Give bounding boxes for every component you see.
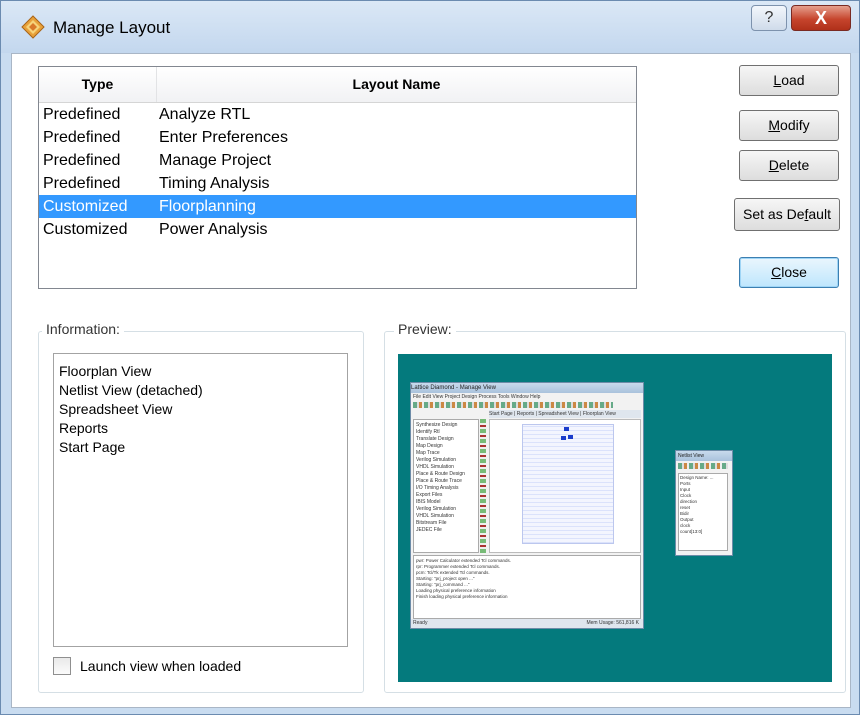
preview-netlist-window: Netlist View Design Name: ... Ports Input C… (675, 450, 733, 556)
preview-status-memory: Mem Usage: 561,816 K (586, 620, 639, 626)
modify-button[interactable]: Modify (739, 110, 839, 141)
launch-view-label[interactable]: Launch view when loaded (80, 658, 241, 674)
layout-name-cell: Floorplanning (159, 198, 256, 215)
dialog-body: Type Layout Name Predefined Analyze RTL Pr… (11, 53, 851, 708)
diamond-app-icon (21, 15, 45, 39)
information-label: Information: (42, 321, 124, 337)
title-bar[interactable]: Manage Layout ? X (1, 1, 859, 53)
preview-toolbar (413, 402, 613, 408)
table-row[interactable]: Predefined Timing Analysis (39, 172, 636, 195)
help-button[interactable]: ? (751, 5, 787, 31)
preview-tree-item: Synthesize Design (416, 422, 458, 428)
launch-view-checkbox[interactable] (53, 657, 71, 675)
information-item: Start Page (59, 439, 126, 455)
information-item: Netlist View (detached) (59, 382, 203, 398)
preview-console-line: Finish loading physical preference infor… (416, 594, 508, 599)
preview-tree-item: Verilog Simulation (416, 457, 457, 463)
layout-type-cell: Predefined (43, 175, 121, 192)
preview-tree-item: Map Trace (416, 450, 440, 456)
preview-status-bar: Ready Mem Usage: 561,816 K (411, 619, 643, 628)
preview-console: pwr: Power Calculator extended Tcl comma… (413, 555, 641, 619)
preview-tabs: Start Page | Reports | Spreadsheet View … (489, 410, 641, 418)
preview-side-toolbar (480, 419, 486, 553)
preview-main-title: Lattice Diamond - Manage View (411, 383, 643, 393)
preview-cell (564, 427, 569, 431)
set-as-default-button[interactable]: Set as Default (734, 198, 840, 231)
preview-cell (568, 435, 573, 439)
preview-menu-bar: File Edit View Project Design Process To… (413, 394, 541, 400)
layout-name-cell: Timing Analysis (159, 175, 270, 192)
layout-type-cell: Customized (43, 198, 128, 215)
layout-type-cell: Predefined (43, 152, 121, 169)
preview-floorplan-grid (522, 424, 614, 544)
preview-tree-item: Place & Route Trace (416, 478, 462, 484)
preview-netlist-tree: Design Name: ... Ports Input Clock direction… (678, 473, 728, 551)
table-row[interactable]: Customized Power Analysis (39, 218, 636, 241)
information-list[interactable]: Floorplan View Netlist View (detached) Spr… (53, 353, 348, 647)
table-row[interactable]: Customized Floorplanning (39, 195, 636, 218)
layout-type-cell: Customized (43, 221, 128, 238)
preview-tree-item: VHDL Simulation (416, 464, 454, 470)
preview-label: Preview: (394, 321, 456, 337)
preview-status-text: Ready (413, 620, 428, 626)
table-row[interactable]: Predefined Enter Preferences (39, 126, 636, 149)
layout-type-cell: Predefined (43, 106, 121, 123)
dialog-window: Manage Layout ? X Type Layout Name Prede… (0, 0, 860, 715)
preview-cell (561, 436, 566, 440)
preview-process-tree: Synthesize Design Identify Rtl Translate D… (413, 419, 479, 553)
layout-table[interactable]: Type Layout Name Predefined Analyze RTL Pr… (38, 66, 637, 289)
preview-tree-item: IBIS Model (416, 499, 441, 505)
layout-type-cell: Predefined (43, 129, 121, 146)
table-row[interactable]: Predefined Manage Project (39, 149, 636, 172)
preview-floorplan-canvas (489, 419, 641, 553)
layout-name-cell: Power Analysis (159, 221, 268, 238)
layout-name-cell: Analyze RTL (159, 106, 251, 123)
preview-tree-item: Map Design (416, 443, 443, 449)
table-header: Type Layout Name (39, 67, 636, 103)
preview-tree-item: Place & Route Design (416, 471, 465, 477)
column-header-layout-name[interactable]: Layout Name (157, 67, 636, 102)
preview-tree-item: Export Files (416, 492, 443, 498)
preview-netlist-item: count[13:0] (680, 529, 703, 534)
preview-tree-item: Bitstream File (416, 520, 447, 526)
preview-tree-item: I/O Timing Analysis (416, 485, 459, 491)
preview-tree-item: VHDL Simulation (416, 513, 454, 519)
preview-tree-item: JEDEC File (416, 527, 442, 533)
layout-name-cell: Manage Project (159, 152, 272, 169)
window-title: Manage Layout (53, 18, 171, 37)
preview-tree-item: Verilog Simulation (416, 506, 457, 512)
information-item: Spreadsheet View (59, 401, 173, 417)
column-header-type[interactable]: Type (39, 67, 157, 102)
preview-main-window: Lattice Diamond - Manage View File Edit … (410, 382, 644, 629)
layout-name-cell: Enter Preferences (159, 129, 288, 146)
delete-button[interactable]: Delete (739, 150, 839, 181)
layout-preview-image: Lattice Diamond - Manage View File Edit … (398, 354, 832, 682)
information-item: Reports (59, 420, 109, 436)
load-button[interactable]: Load (739, 65, 839, 96)
information-item: Floorplan View (59, 363, 152, 379)
preview-netlist-toolbar (678, 463, 728, 469)
preview-tree-item: Translate Design (416, 436, 454, 442)
close-button[interactable]: Close (739, 257, 839, 288)
window-close-button[interactable]: X (791, 5, 851, 31)
preview-tree-item: Identify Rtl (416, 429, 440, 435)
preview-netlist-title: Netlist View (676, 451, 732, 461)
table-row[interactable]: Predefined Analyze RTL (39, 103, 636, 126)
